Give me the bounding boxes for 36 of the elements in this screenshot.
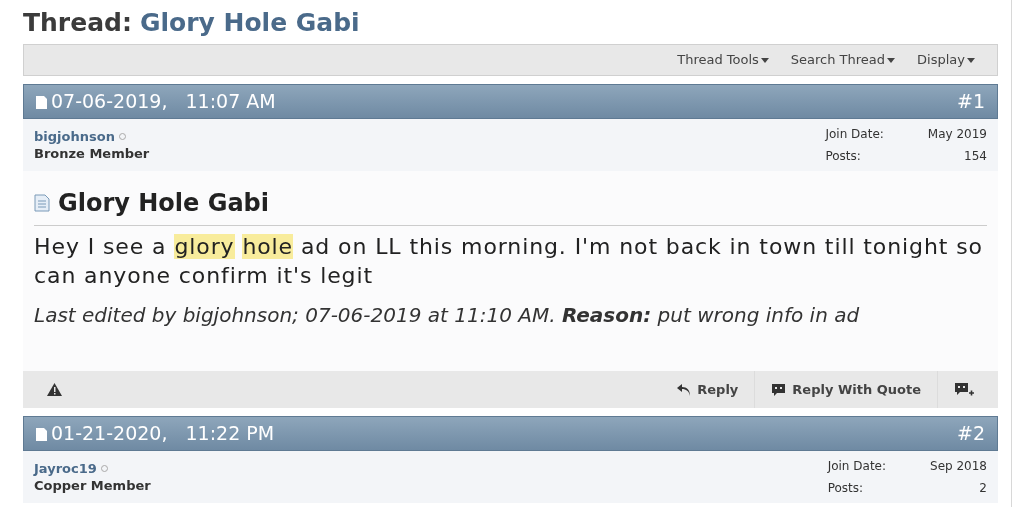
- post-count: 2: [978, 481, 987, 497]
- warning-icon[interactable]: [47, 383, 62, 396]
- join-date: Sep 2018: [930, 459, 987, 475]
- reply-button[interactable]: Reply: [660, 371, 755, 408]
- toolbar-menu[interactable]: Display: [917, 50, 975, 70]
- post-icon: [36, 426, 48, 441]
- post-date: 07-06-2019,: [51, 89, 168, 115]
- user-rank: Copper Member: [34, 478, 151, 492]
- document-icon: [34, 194, 50, 212]
- reply-arrow-icon[interactable]: [676, 382, 692, 397]
- username[interactable]: Jayroc19: [34, 459, 97, 479]
- user-rank: Bronze Member: [34, 146, 150, 160]
- thread-title: Glory Hole Gabi: [139, 7, 360, 39]
- post-title: Glory Hole Gabi: [58, 188, 269, 219]
- post-count: 154: [963, 149, 987, 165]
- reply-with-quote-button[interactable]: Reply With Quote: [754, 371, 937, 408]
- join-date-label: Join Date:: [827, 459, 886, 475]
- caret-icon[interactable]: [967, 57, 975, 63]
- caret-icon[interactable]: [887, 57, 896, 63]
- post-time: 11:07 AM: [185, 89, 276, 115]
- post-date: 01-21-2020,: [51, 421, 168, 447]
- thread-label: Thread:: [23, 7, 132, 39]
- post-message: Hey I see a glory hole ad on LL this morning. I'm not back in town till tonight so can anyone confirm it's legit: [34, 233, 984, 290]
- post-icon: [36, 94, 48, 109]
- caret-icon[interactable]: [760, 57, 769, 63]
- username[interactable]: bigjohnson: [34, 127, 115, 147]
- speech-bubble-icon[interactable]: [771, 382, 787, 397]
- posts-label: Posts:: [825, 149, 862, 165]
- edit-note: Last edited by bigjohnson; 07-06-2019 at 11:10 AM. Reason: put wrong info in ad: [34, 302, 861, 329]
- posts-label: Posts:: [827, 481, 865, 497]
- join-date: May 2019: [927, 127, 987, 143]
- post-time: 11:22 PM: [185, 421, 275, 447]
- toolbar-menu[interactable]: Thread Tools: [677, 50, 769, 70]
- toolbar-menu[interactable]: Search Thread: [790, 50, 896, 70]
- multi-quote-icon[interactable]: [954, 382, 974, 397]
- join-date-label: Join Date:: [825, 127, 884, 143]
